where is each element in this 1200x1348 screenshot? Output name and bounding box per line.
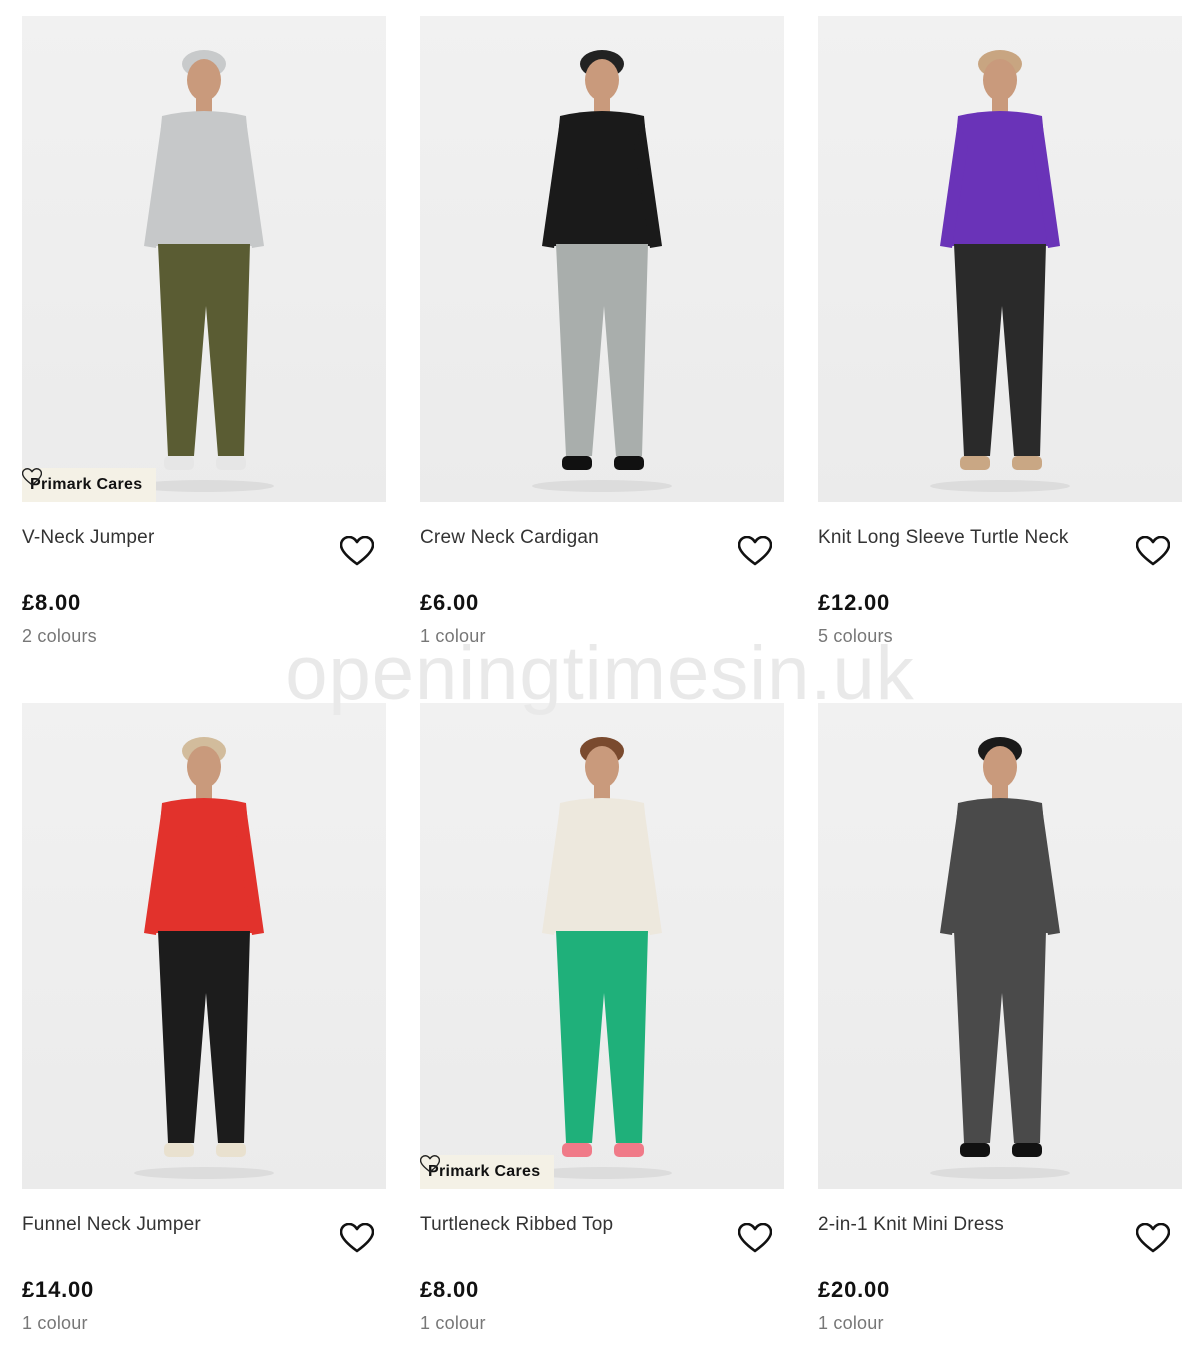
- primark-cares-badge: Primark Cares: [420, 1155, 555, 1189]
- model-illustration: [134, 50, 274, 492]
- colour-count: 1 colour: [420, 626, 486, 646]
- favourite-button[interactable]: [339, 535, 375, 566]
- heart-outline-icon: [339, 535, 375, 566]
- heart-outline-icon: [737, 535, 773, 566]
- model-illustration: [930, 50, 1070, 492]
- product-price: £20.00: [818, 1277, 891, 1302]
- heart-outline-icon: [339, 1222, 375, 1253]
- product-price: £14.00: [22, 1277, 95, 1302]
- product-image[interactable]: [818, 16, 1182, 502]
- model-illustration: [532, 50, 672, 492]
- product-card[interactable]: Primark Cares Turtleneck Ribbed Top £8.0…: [420, 703, 784, 1343]
- product-name[interactable]: V-Neck Jumper: [22, 527, 154, 549]
- product-price: £6.00: [420, 590, 480, 615]
- colour-count: 1 colour: [420, 1313, 486, 1333]
- product-card[interactable]: Crew Neck Cardigan £6.00 1 colour: [420, 16, 784, 656]
- product-image[interactable]: Primark Cares: [420, 703, 784, 1189]
- colour-count: 5 colours: [818, 626, 893, 646]
- heart-outline-icon: [22, 468, 42, 486]
- product-image[interactable]: [22, 703, 386, 1189]
- model-illustration: [930, 737, 1070, 1179]
- product-image[interactable]: [818, 703, 1182, 1189]
- favourite-button[interactable]: [1135, 535, 1171, 566]
- favourite-button[interactable]: [1135, 1222, 1171, 1253]
- colour-count: 2 colours: [22, 626, 97, 646]
- product-card[interactable]: Primark Cares V-Neck Jumper £8.00 2 colo…: [22, 16, 386, 656]
- heart-outline-icon: [1135, 1222, 1171, 1253]
- heart-outline-icon: [420, 1155, 440, 1173]
- model-illustration: [532, 737, 672, 1179]
- product-price: £12.00: [818, 590, 891, 615]
- product-card[interactable]: Funnel Neck Jumper £14.00 1 colour: [22, 703, 386, 1343]
- product-image[interactable]: [420, 16, 784, 502]
- product-image[interactable]: Primark Cares: [22, 16, 386, 502]
- product-name[interactable]: Turtleneck Ribbed Top: [420, 1214, 613, 1236]
- product-price: £8.00: [420, 1277, 480, 1302]
- product-card[interactable]: Knit Long Sleeve Turtle Neck £12.00 5 co…: [818, 16, 1182, 656]
- product-name[interactable]: 2-in-1 Knit Mini Dress: [818, 1214, 1004, 1236]
- colour-count: 1 colour: [818, 1313, 884, 1333]
- heart-outline-icon: [1135, 535, 1171, 566]
- model-illustration: [134, 737, 274, 1179]
- colour-count: 1 colour: [22, 1313, 88, 1333]
- favourite-button[interactable]: [737, 535, 773, 566]
- product-name[interactable]: Funnel Neck Jumper: [22, 1214, 201, 1236]
- product-price: £8.00: [22, 590, 82, 615]
- badge-label: Primark Cares: [30, 476, 143, 493]
- primark-cares-badge: Primark Cares: [22, 468, 157, 502]
- favourite-button[interactable]: [737, 1222, 773, 1253]
- favourite-button[interactable]: [339, 1222, 375, 1253]
- product-name[interactable]: Crew Neck Cardigan: [420, 527, 599, 549]
- product-card[interactable]: 2-in-1 Knit Mini Dress £20.00 1 colour: [818, 703, 1182, 1343]
- badge-label: Primark Cares: [428, 1163, 541, 1180]
- product-name[interactable]: Knit Long Sleeve Turtle Neck: [818, 527, 1069, 549]
- heart-outline-icon: [737, 1222, 773, 1253]
